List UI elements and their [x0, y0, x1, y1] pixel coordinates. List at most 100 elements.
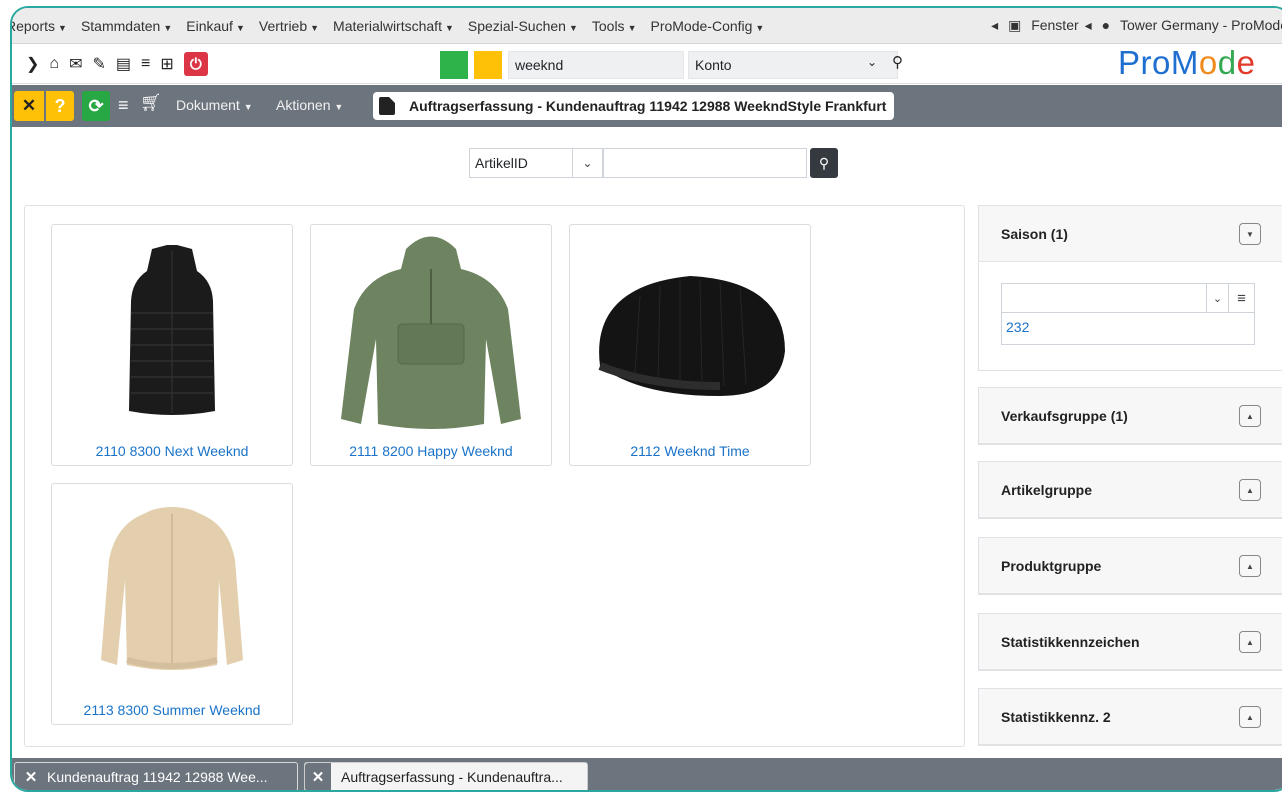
filter-title: Artikelgruppe: [1001, 481, 1093, 498]
caret-up-icon[interactable]: ▲: [1239, 555, 1261, 577]
filter-header[interactable]: Saison (1) ▼: [979, 206, 1282, 262]
black-beanie-image: [598, 276, 785, 396]
logo-e: e: [1236, 44, 1256, 81]
menu-right: ◂ ▣ Fenster ◂ ● Tower Germany - ProMode: [985, 17, 1282, 34]
menu-tools[interactable]: Tools ▼: [592, 18, 637, 34]
menu-spezial-suchen[interactable]: Spezial-Suchen ▼: [468, 18, 578, 34]
user-menu[interactable]: ◂ ● Tower Germany - ProMode: [1085, 17, 1282, 34]
caret-down-icon: ▼: [755, 22, 765, 33]
product-image: [52, 484, 292, 696]
filter-verkaufsgruppe: Verkaufsgruppe (1) ▲: [978, 387, 1282, 445]
caret-down-icon: ▼: [627, 22, 637, 33]
quick-search-input[interactable]: weeknd: [508, 51, 684, 79]
power-icon[interactable]: ⏻: [183, 52, 208, 76]
chevron-down-icon[interactable]: ⌄: [867, 55, 877, 69]
caret-down-icon: ▼: [163, 22, 173, 33]
cart-icon[interactable]: 🛒︎: [140, 93, 162, 113]
caret-down-icon: ▼: [58, 22, 67, 33]
logo-pro: Pro: [1118, 44, 1171, 81]
user-icon: ●: [1101, 17, 1111, 33]
close-icon[interactable]: ✕: [19, 768, 43, 786]
list-icon[interactable]: ≡: [141, 55, 150, 73]
caret-down-icon: ▼: [334, 102, 344, 112]
caret-up-icon[interactable]: ▲: [1239, 631, 1261, 653]
dokument-dropdown[interactable]: Dokument ▼: [176, 97, 253, 113]
close-icon[interactable]: ✕: [305, 763, 331, 790]
search-icon[interactable]: ⚲: [892, 53, 903, 71]
filter-saison: Saison (1) ▼ ⌄ ≡ 232: [978, 205, 1282, 371]
menu-label: Spezial-Suchen: [467, 17, 566, 34]
menu-reports[interactable]: Reports ▼: [12, 18, 67, 34]
task-tab[interactable]: ✕ Kundenauftrag 11942 12988 Wee...: [14, 762, 298, 790]
main-menu-bar: Reports ▼ Stammdaten ▼ Einkauf ▼ Vertrieb ▼ …: [12, 8, 1282, 44]
product-label[interactable]: 2111 8200 Happy Weeknd: [311, 443, 551, 459]
pencil-icon[interactable]: ✎: [92, 54, 105, 74]
filter-header[interactable]: Verkaufsgruppe (1) ▲: [979, 388, 1282, 444]
product-label[interactable]: 2110 8300 Next Weeknd: [52, 443, 292, 459]
menu-materialwirtschaft[interactable]: Materialwirtschaft ▼: [333, 18, 454, 34]
olive-anorak-image: [341, 236, 521, 429]
filter-header[interactable]: Statistikkennzeichen ▲: [979, 614, 1282, 670]
caret-down-icon: ▼: [568, 22, 578, 33]
filter-produktgruppe: Produktgruppe ▲: [978, 537, 1282, 595]
menu-einkauf[interactable]: Einkauf ▼: [186, 18, 245, 34]
status-green-square[interactable]: [440, 51, 468, 79]
close-button[interactable]: ✕: [14, 91, 44, 121]
product-card[interactable]: 2113 8300 Summer Weeknd: [51, 483, 293, 725]
product-grid: 2110 8300 Next Weeknd 2111 8200 Happy We…: [24, 205, 965, 747]
filter-statistikkennz2: Statistikkennz. 2 ▲: [978, 688, 1282, 746]
filter-artikelgruppe: Artikelgruppe ▲: [978, 461, 1282, 519]
icon-toolbar: ❯ ⌂ ✉ ✎ ▤ ≡ ⊞ ⏻ weeknd Konto ⌄ ⚲ ProMode: [12, 44, 1282, 84]
filter-title: Statistikkennz. 2: [1001, 708, 1111, 725]
beige-bomber-jacket-image: [101, 507, 243, 670]
search-icon: ⚲: [818, 154, 830, 171]
product-label[interactable]: 2113 8300 Summer Weeknd: [52, 702, 292, 718]
chevron-down-icon[interactable]: ⌄: [573, 148, 603, 178]
logo-o: o: [1198, 44, 1218, 81]
list-icon[interactable]: ≡: [1229, 283, 1255, 313]
toolbar-icons: ❯ ⌂ ✉ ✎ ▤ ≡ ⊞ ⏻: [26, 52, 208, 76]
product-card[interactable]: 2110 8300 Next Weeknd: [51, 224, 293, 466]
filter-header[interactable]: Artikelgruppe ▲: [979, 462, 1282, 518]
filter-header[interactable]: Statistikkennz. 2 ▲: [979, 689, 1282, 745]
saison-option[interactable]: 232: [1001, 313, 1255, 345]
grid-icon[interactable]: ⊞: [160, 54, 173, 74]
product-card[interactable]: 2112 Weeknd Time: [569, 224, 811, 466]
close-icon: ✕: [21, 96, 37, 115]
home-icon[interactable]: ⌂: [49, 55, 59, 73]
artikel-search-input[interactable]: [603, 148, 807, 178]
refresh-icon: ⟳: [88, 95, 104, 116]
fenster-label: Fenster: [1031, 17, 1079, 33]
help-button[interactable]: ?: [46, 91, 74, 121]
refresh-button[interactable]: ⟳: [82, 91, 110, 121]
logo-d: d: [1217, 44, 1237, 81]
status-yellow-square[interactable]: [474, 51, 502, 79]
menu-label: Tools: [591, 17, 625, 34]
product-label[interactable]: 2112 Weeknd Time: [570, 443, 810, 459]
caret-down-icon[interactable]: ▼: [1239, 223, 1261, 245]
caret-down-icon: ▼: [235, 22, 245, 33]
menu-vertrieb[interactable]: Vertrieb ▼: [259, 18, 319, 34]
chevron-right-icon[interactable]: ❯: [26, 54, 39, 74]
artikel-field-select[interactable]: ArtikelID: [469, 148, 573, 178]
caret-up-icon[interactable]: ▲: [1239, 479, 1261, 501]
task-tab-active[interactable]: ✕ Auftragserfassung - Kundenauftra...: [304, 762, 588, 790]
filter-body: ⌄ ≡ 232: [979, 262, 1282, 370]
fenster-menu[interactable]: ◂ ▣ Fenster: [991, 17, 1079, 34]
caret-up-icon[interactable]: ▲: [1239, 405, 1261, 427]
chevron-down-icon[interactable]: ⌄: [1207, 283, 1229, 313]
task-label: Auftragserfassung - Kundenauftra...: [341, 769, 563, 785]
saison-select-input[interactable]: [1001, 283, 1207, 313]
search-button[interactable]: ⚲: [810, 148, 838, 178]
caret-down-icon: ▼: [310, 22, 320, 33]
envelope-icon[interactable]: ✉: [69, 54, 82, 74]
document-icon: [379, 97, 395, 115]
product-card[interactable]: 2111 8200 Happy Weeknd: [310, 224, 552, 466]
keyboard-icon[interactable]: ▤: [116, 54, 131, 74]
aktionen-dropdown[interactable]: Aktionen ▼: [276, 97, 343, 113]
menu-icon[interactable]: ≡: [118, 95, 129, 116]
menu-stammdaten[interactable]: Stammdaten ▼: [81, 18, 172, 34]
filter-header[interactable]: Produktgruppe ▲: [979, 538, 1282, 594]
menu-promode-config[interactable]: ProMode-Config ▼: [650, 18, 764, 34]
caret-up-icon[interactable]: ▲: [1239, 706, 1261, 728]
